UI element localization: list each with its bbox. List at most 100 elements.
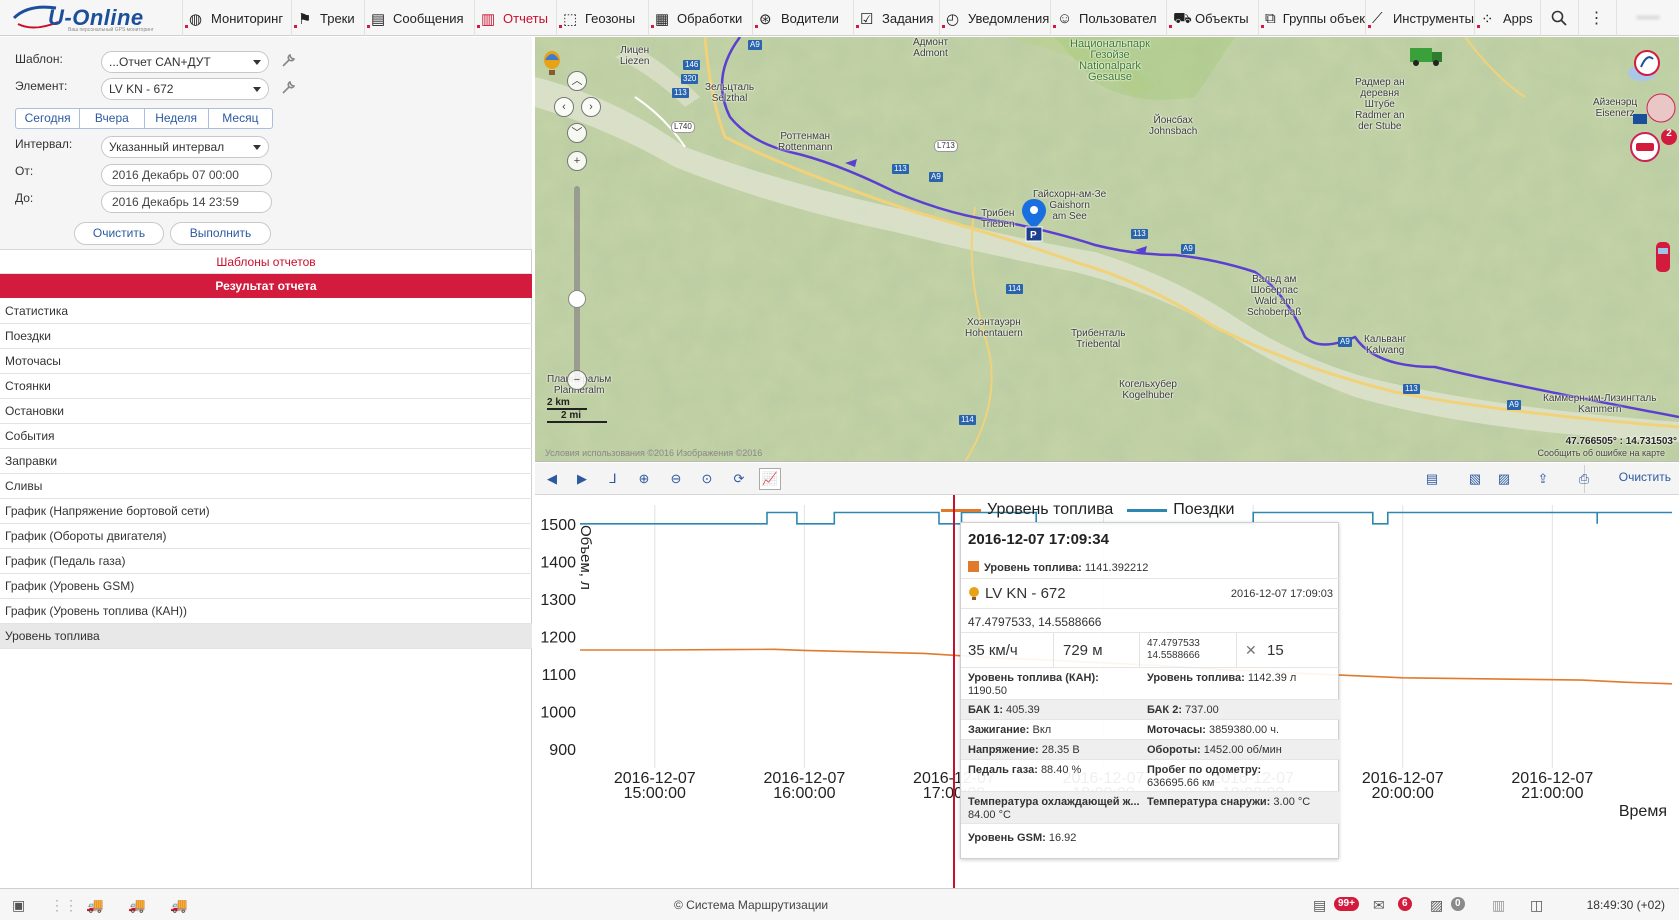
tooltip-voltage-row: Напряжение: 28.35 В Обороты: 1452.00 об/…	[961, 739, 1340, 759]
hot-air-balloon-icon[interactable]	[541, 50, 563, 78]
pan-right-button[interactable]: ›	[581, 97, 601, 117]
legend-item[interactable]: Поездки	[1127, 501, 1234, 519]
tools-icon: ⟋	[1372, 9, 1383, 27]
nav-tab[interactable]: ⚑ Треки	[291, 0, 364, 36]
report-section-item[interactable]: Сливы	[0, 474, 532, 499]
report-section-item[interactable]: Поездки	[0, 324, 532, 349]
car-marker-icon[interactable]	[1653, 240, 1673, 274]
zoom-reset-chart-button[interactable]: ⊙	[696, 468, 718, 490]
report-section-item[interactable]: График (Уровень GSM)	[0, 574, 532, 599]
grid-icon[interactable]: ⋮⋮	[50, 897, 78, 914]
interval-select[interactable]: Указанный интервал	[101, 136, 269, 158]
report-result-tab[interactable]: Результат отчета	[0, 274, 532, 298]
period-button-group: Сегодня Вчера Неделя Месяц	[15, 108, 273, 129]
map-copyright[interactable]: Условия использования ©2016 Изображения …	[545, 448, 762, 458]
app-logo[interactable]: U-Online Ваш персональный GPS мониторинг	[8, 2, 178, 34]
wrench-icon[interactable]	[280, 80, 296, 96]
nav-tab[interactable]: ⬚ Геозоны	[556, 0, 648, 36]
template-select[interactable]: ...Отчет CAN+ДУТ	[101, 51, 269, 73]
location-pin-icon[interactable]: P	[1022, 199, 1046, 243]
export-button[interactable]: ⇪	[1532, 468, 1554, 490]
report-section-item[interactable]: События	[0, 424, 532, 449]
pan-up-button[interactable]: ︿	[567, 71, 587, 91]
nav-tab[interactable]: ⛟ Объекты	[1166, 0, 1258, 36]
truck-list-icon[interactable]: 🚚	[86, 897, 103, 914]
period-week-button[interactable]: Неделя	[145, 109, 209, 128]
pan-down-button[interactable]: ﹀	[567, 123, 587, 143]
to-date-input[interactable]: 2016 Декабрь 14 23:59	[101, 191, 272, 213]
zoom-out-button[interactable]: −	[567, 370, 587, 390]
nav-tab-label: Пользовател	[1079, 10, 1157, 26]
nav-tab[interactable]: ◍ Мониторинг	[182, 0, 291, 36]
report-section-item[interactable]: График (Напряжение бортовой сети)	[0, 499, 532, 524]
zoom-slider-handle[interactable]	[568, 290, 586, 308]
legend-item[interactable]: Уровень топлива	[941, 501, 1113, 519]
road-sign: 320	[681, 74, 699, 84]
export-pdf-button[interactable]: ▧	[1464, 468, 1486, 490]
more-menu-button[interactable]: ⋮	[1578, 0, 1614, 36]
from-date-input[interactable]: 2016 Декабрь 07 00:00	[101, 164, 272, 186]
report-section-item[interactable]: График (Уровень топлива (КАН))	[0, 599, 532, 624]
map-view[interactable]: Лицен Liezen Зельцталь Selzthal Адмонт Admo…	[535, 37, 1679, 462]
nav-tab[interactable]: ▦ Обработки	[648, 0, 752, 36]
pan-left-button[interactable]: ‹	[554, 97, 574, 117]
nav-tab[interactable]: ⁘ Apps	[1474, 0, 1540, 36]
print-button[interactable]: ⎙	[1573, 468, 1595, 490]
report-section-item[interactable]: Статистика	[0, 299, 532, 324]
zoom-slider-track[interactable]	[574, 186, 580, 383]
report-section-item[interactable]: Уровень топлива	[0, 624, 532, 649]
report-section-item[interactable]: График (Обороты двигателя)	[0, 524, 532, 549]
report-section-item[interactable]: Моточасы	[0, 349, 532, 374]
mail-notification-icon[interactable]: ✉	[1373, 897, 1385, 914]
report-section-item[interactable]: График (Педаль газа)	[0, 549, 532, 574]
period-month-button[interactable]: Месяц	[209, 109, 272, 128]
clear-button[interactable]: Очистить	[74, 222, 164, 245]
compass-icon[interactable]	[1633, 49, 1661, 77]
nav-tab[interactable]: ▤ Сообщения	[364, 0, 474, 36]
axis-select-button[interactable]: ⅃	[602, 468, 624, 490]
chart-cursor-line[interactable]	[953, 495, 955, 888]
truck-marker-icon[interactable]	[1410, 45, 1444, 67]
refresh-chart-button[interactable]: ⟳	[728, 468, 750, 490]
execute-button[interactable]: Выполнить	[170, 222, 271, 245]
nav-tab[interactable]: ◴ Уведомления	[939, 0, 1050, 36]
scroll-right-button[interactable]: ▶	[571, 468, 593, 490]
report-map-error-link[interactable]: Сообщить об ошибке на карте	[1538, 448, 1665, 458]
wrench-icon[interactable]	[280, 53, 296, 69]
nav-tab[interactable]: ⧉ Группы объек	[1258, 0, 1365, 36]
user-menu[interactable]: ••••••	[1616, 0, 1679, 36]
nav-tab[interactable]: ☺ Пользовател	[1050, 0, 1166, 36]
search-button[interactable]	[1540, 0, 1576, 36]
flag-icon: ⚑	[298, 10, 312, 28]
period-yesterday-button[interactable]: Вчера	[80, 109, 145, 128]
nav-tab[interactable]: ☑ Задания	[853, 0, 939, 36]
events-icon[interactable]: ▨	[1430, 897, 1443, 914]
vehicle-cluster-icon[interactable]	[1633, 90, 1679, 128]
report-section-item[interactable]: Заправки	[0, 449, 532, 474]
report-section-item[interactable]: Стоянки	[0, 374, 532, 399]
nav-tab[interactable]: ▥ Отчеты	[474, 0, 556, 36]
nav-tab[interactable]: ⊛ Водители	[752, 0, 853, 36]
report-templates-tab[interactable]: Шаблоны отчетов	[0, 250, 532, 274]
legend-label: Поездки	[1173, 501, 1235, 518]
panel-toggle-icon[interactable]: ▣	[12, 897, 25, 914]
map-icon[interactable]: ◫	[1530, 897, 1543, 914]
export-xls-button[interactable]: ▨	[1493, 468, 1515, 490]
nav-tab-label: Сообщения	[393, 10, 464, 26]
truck-route-icon[interactable]: 🚚	[170, 897, 187, 914]
truck-name-icon[interactable]: 🚚	[128, 897, 145, 914]
zoom-out-chart-button[interactable]: ⊖	[665, 468, 687, 490]
period-today-button[interactable]: Сегодня	[16, 109, 81, 128]
table-view-button[interactable]: ▤	[1421, 468, 1443, 490]
zoom-in-chart-button[interactable]: ⊕	[633, 468, 655, 490]
scroll-left-button[interactable]: ◀	[541, 468, 563, 490]
layout-icon[interactable]: ▥	[1492, 897, 1505, 914]
report-section-item[interactable]: Остановки	[0, 399, 532, 424]
element-select[interactable]: LV KN - 672	[101, 78, 269, 100]
messages-icon[interactable]: ▤	[1313, 897, 1326, 914]
dropdown-caret-icon	[253, 87, 261, 92]
zoom-in-button[interactable]: +	[567, 151, 587, 171]
chart-clear-button[interactable]: Очистить	[1619, 470, 1671, 484]
chart-mode-button[interactable]: 📈	[759, 468, 781, 490]
nav-tab[interactable]: ⟋ Инструменты	[1365, 0, 1474, 36]
